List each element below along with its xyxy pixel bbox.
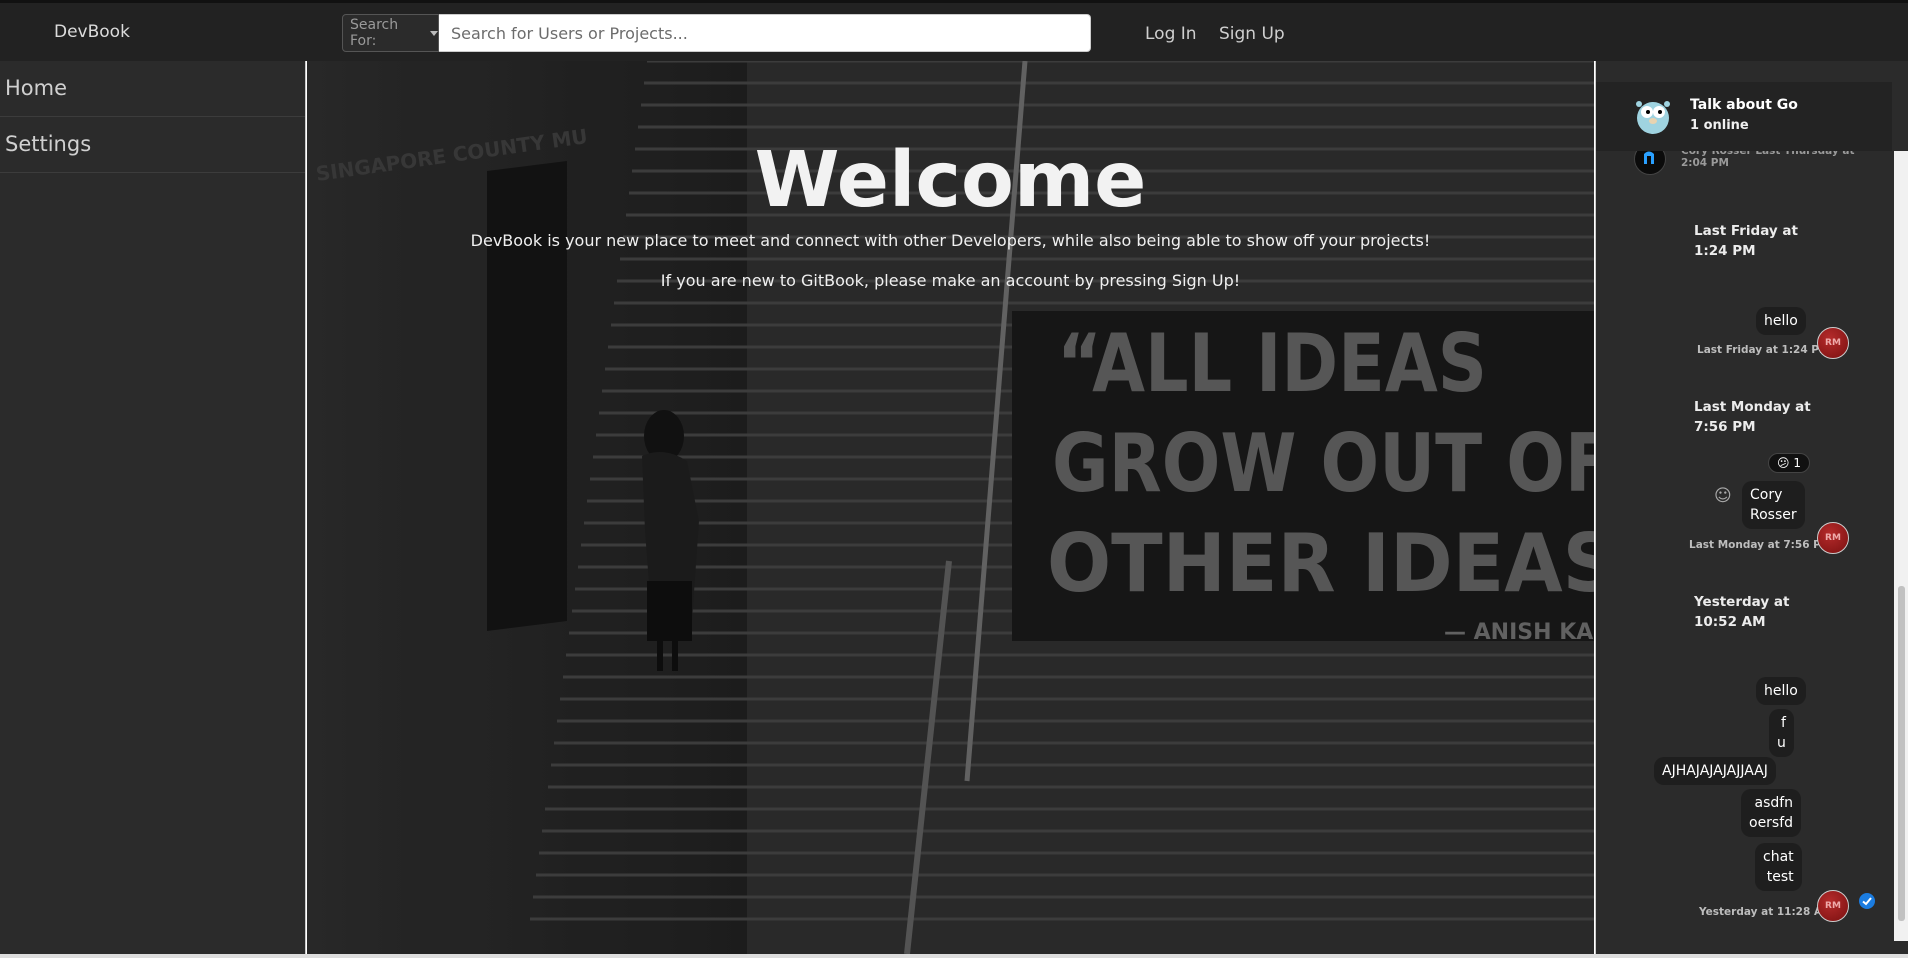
welcome-title: Welcome <box>754 136 1147 225</box>
chat-message-line: u <box>1777 735 1786 751</box>
date-separator-line: Last Monday at <box>1694 399 1811 415</box>
brand-link[interactable]: DevBook <box>54 22 130 42</box>
chat-message-line: f <box>1780 715 1786 731</box>
chat-message-line: asdfn <box>1754 795 1794 811</box>
chat-message-line: Rosser <box>1750 507 1797 523</box>
date-separator-line: Last Friday at <box>1694 223 1798 239</box>
chat-message-line: test <box>1766 869 1794 885</box>
user-avatar[interactable]: RM <box>1817 522 1849 554</box>
search-input[interactable] <box>439 14 1091 52</box>
sidebar-item-home[interactable]: Home <box>0 61 305 117</box>
welcome-description: DevBook is your new place to meet and co… <box>470 231 1431 250</box>
search-group: Search For: <box>342 14 1091 52</box>
user-avatar[interactable]: RM <box>1817 327 1849 359</box>
date-separator: Yesterday at 10:52 AM <box>1694 592 1789 632</box>
chat-online-count: 1 online <box>1690 118 1749 133</box>
scrollbar-thumb[interactable] <box>1898 586 1905 921</box>
chat-message-line: oersfd <box>1749 815 1794 831</box>
reaction-badge[interactable]: 😕 1 <box>1768 453 1810 473</box>
signup-link[interactable]: Sign Up <box>1219 24 1285 44</box>
sidebar-item-settings[interactable]: Settings <box>0 117 305 173</box>
chat-message-line: Cory <box>1750 487 1783 503</box>
chat-message[interactable]: chat test <box>1755 843 1802 891</box>
user-avatar[interactable]: RM <box>1817 890 1849 922</box>
chat-message[interactable]: hello <box>1756 307 1806 335</box>
chat-room-title: Talk about Go <box>1690 97 1798 113</box>
login-link[interactable]: Log In <box>1145 24 1197 44</box>
hero-banner: SINGAPORE COUNTY MU “ALL IDEAS GROW OUT … <box>307 61 1594 954</box>
chat-panel: Talk about Go 1 online Cory Rosser Last … <box>1595 61 1908 958</box>
date-separator: Last Friday at 1:24 PM <box>1694 221 1798 261</box>
date-separator-line: 1:24 PM <box>1694 243 1756 259</box>
chat-message-line: chat <box>1763 849 1794 865</box>
message-time: Last Monday at 7:56 PM <box>1689 539 1832 551</box>
chat-message[interactable]: Cory Rosser <box>1742 481 1805 529</box>
add-reaction-icon[interactable]: ☺ <box>1714 486 1732 506</box>
chat-scrollbar[interactable] <box>1894 151 1908 941</box>
date-separator: Last Monday at 7:56 PM <box>1694 397 1811 437</box>
chat-message[interactable]: f u <box>1769 709 1794 757</box>
sidebar: Home Settings <box>0 61 306 958</box>
chat-message[interactable]: asdfn oersfd <box>1741 789 1802 837</box>
welcome-signup-hint: If you are new to GitBook, please make a… <box>660 271 1241 290</box>
search-for-label: Search For: <box>350 17 399 49</box>
chat-message[interactable]: AJHAJAJAJAJJAAJ <box>1654 757 1776 785</box>
bottom-border <box>0 954 1908 958</box>
top-navbar: DevBook Search For: Log In Sign Up <box>0 0 1908 61</box>
read-receipt-check-icon <box>1859 893 1875 909</box>
date-separator-line: 10:52 AM <box>1694 614 1766 630</box>
message-time: Yesterday at 11:28 AM <box>1699 906 1833 918</box>
gopher-avatar-icon <box>1636 101 1670 134</box>
message-time: Last Friday at 1:24 PM <box>1697 344 1830 356</box>
chat-header: Talk about Go 1 online <box>1596 82 1892 151</box>
search-for-dropdown[interactable]: Search For: <box>342 14 439 52</box>
caret-down-icon <box>430 30 438 36</box>
chat-message[interactable]: hello <box>1756 677 1806 705</box>
date-separator-line: Yesterday at <box>1694 594 1790 610</box>
date-separator-line: 7:56 PM <box>1694 419 1756 435</box>
